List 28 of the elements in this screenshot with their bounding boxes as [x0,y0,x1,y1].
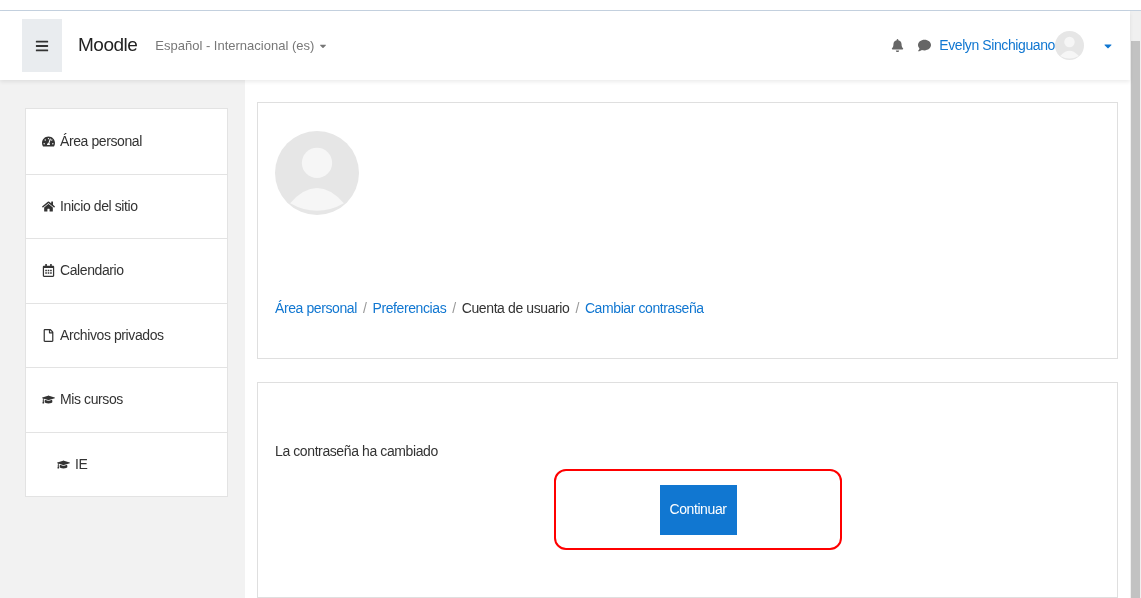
breadcrumb-separator: / [452,299,456,318]
breadcrumb-link[interactable]: Cambiar contraseña [584,298,704,319]
continue-button[interactable]: Continuar [659,484,737,535]
notification-icon[interactable] [891,39,905,52]
sidebar-item[interactable]: Calendario [26,238,227,303]
sidebar-item[interactable]: IE [26,431,227,496]
site-brand[interactable]: Moodle [78,31,138,60]
message-icon[interactable] [918,39,932,52]
calendar-icon [42,264,55,278]
sidebar-item[interactable]: Inicio del sitio [26,173,227,238]
sidebar-item[interactable]: Archivos privados [26,302,227,367]
breadcrumb-separator: / [362,299,367,318]
user-avatar [1055,31,1084,60]
user-name[interactable]: Evelyn Sinchiguano [939,35,1055,56]
menu-button[interactable] [22,19,62,72]
dashboard-icon [42,134,55,148]
file-icon [42,328,55,342]
sidebar-item[interactable]: Área personal [26,109,227,174]
sidebar-item[interactable]: Mis cursos [26,367,227,432]
breadcrumb-link[interactable]: Preferencias [372,298,447,319]
language-menu[interactable]: Español - Internacional (es) [155,35,329,56]
menu-icon [35,38,49,53]
status-message: La contraseña ha cambiado [275,442,439,461]
breadcrumb-link[interactable]: Área personal [275,298,357,319]
breadcrumb-current: Cuenta de usuario [461,299,570,318]
breadcrumb-separator: / [575,299,579,318]
scrollbar[interactable] [1130,11,1141,598]
home-icon [42,199,55,213]
